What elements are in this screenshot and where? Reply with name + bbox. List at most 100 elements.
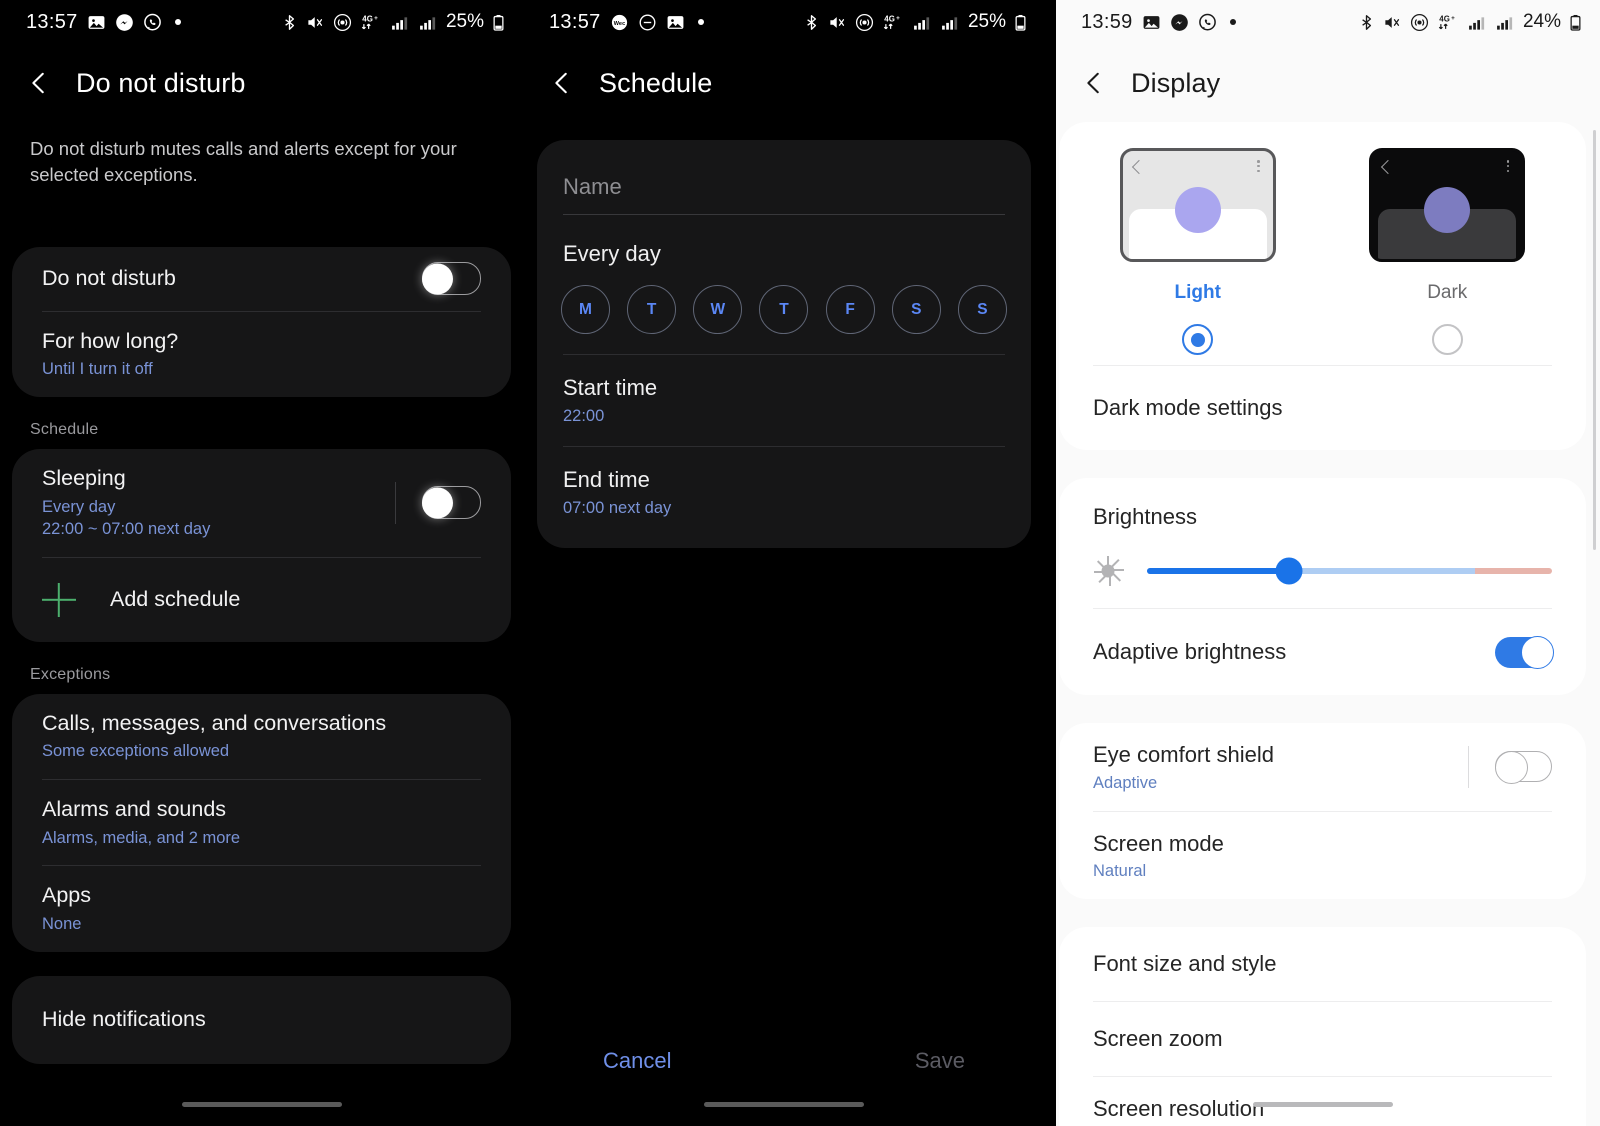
battery-icon [1569, 13, 1582, 32]
slider-fill [1147, 568, 1289, 574]
row-start-time[interactable]: Start time 22:00 [537, 355, 1031, 446]
gallery-icon [87, 13, 106, 32]
day-chip-friday[interactable]: F [825, 285, 875, 334]
row-alarms-and-sounds[interactable]: Alarms and sounds Alarms, media, and 2 m… [12, 780, 511, 865]
light-theme-preview [1119, 148, 1276, 262]
row-title: Alarms and sounds [42, 796, 227, 821]
dark-theme-radio[interactable] [1431, 324, 1463, 355]
schedule-name-field[interactable]: Name [563, 140, 1005, 215]
sleeping-schedule-toggle[interactable] [422, 486, 481, 520]
row-subtitle: Natural [1093, 862, 1147, 880]
row-value: 07:00 next day [563, 499, 672, 517]
gallery-icon [666, 13, 685, 32]
slider-thumb[interactable] [1275, 557, 1303, 585]
svg-text:4G: 4G [884, 14, 895, 23]
day-letter: W [710, 300, 726, 318]
brightness-slider[interactable] [1147, 557, 1552, 585]
signal-icon [1467, 13, 1487, 32]
app-bar: Display [1045, 44, 1600, 122]
day-chip-sunday[interactable]: S [957, 285, 1007, 334]
section-label-exceptions: Exceptions [30, 665, 111, 683]
schedule-name-placeholder: Name [563, 174, 622, 199]
save-button[interactable]: Save [915, 1048, 965, 1074]
brightness-slider-row [1093, 556, 1552, 586]
gallery-icon [1142, 13, 1161, 32]
row-for-how-long[interactable]: For how long? Until I turn it off [12, 312, 511, 397]
mute-vibrate-icon [828, 13, 847, 32]
4g-plus-icon: 4G + [882, 13, 904, 32]
row-calls-messages-conversations[interactable]: Calls, messages, and conversations Some … [12, 694, 511, 779]
messenger-icon [115, 13, 134, 32]
brightness-card: Brightness Adaptive brightness [1059, 478, 1586, 695]
day-letter: T [646, 300, 657, 318]
svg-text:+: + [374, 15, 378, 22]
svg-text:4G: 4G [1439, 14, 1450, 23]
day-chip-saturday[interactable]: S [891, 285, 941, 334]
light-theme-radio[interactable] [1182, 324, 1214, 355]
row-add-schedule[interactable]: Add schedule [12, 558, 511, 642]
phone-panel-display: 13:59 4G + 24% Display Light Dark Dark m… [1045, 0, 1600, 1126]
toggle-knob [1495, 751, 1528, 785]
more-options-icon [1506, 160, 1510, 173]
section-label-schedule: Schedule [30, 420, 99, 438]
bluetooth-icon [281, 13, 298, 32]
row-title: Eye comfort shield [1093, 742, 1274, 767]
eye-comfort-shield-toggle[interactable] [1495, 751, 1552, 785]
viber-icon [143, 13, 162, 32]
dnd-icon [638, 13, 657, 32]
brightness-icon [1093, 556, 1124, 586]
row-title: Start time [563, 375, 658, 400]
notification-dot-icon [174, 19, 181, 25]
schedule-editor-card: Name Every day M T W T F S S Start time … [537, 140, 1031, 548]
row-font-size-and-style[interactable]: Font size and style [1059, 927, 1586, 1001]
toggle-knob [422, 487, 453, 519]
row-adaptive-brightness[interactable]: Adaptive brightness [1059, 609, 1586, 695]
preview-circle [1424, 187, 1471, 233]
row-title: Font size and style [1093, 951, 1277, 977]
vertical-scrollbar[interactable] [1593, 130, 1596, 550]
phone-panel-schedule: 13:57 Wec 4G + 25% Schedule Name Every d… [523, 0, 1045, 1126]
back-icon[interactable] [26, 70, 52, 96]
dnd-main-card: Do not disturb For how long? Until I tur… [12, 246, 511, 397]
day-chip-tuesday[interactable]: T [627, 285, 677, 334]
gesture-handle[interactable] [1252, 1101, 1393, 1107]
battery-icon [492, 13, 505, 32]
back-icon[interactable] [1081, 70, 1107, 96]
row-screen-mode[interactable]: Screen mode Natural [1059, 812, 1586, 900]
dark-theme-preview [1369, 148, 1526, 262]
row-subtitle: Some exceptions allowed [42, 742, 230, 761]
row-end-time[interactable]: End time 07:00 next day [537, 447, 1031, 538]
back-icon[interactable] [549, 70, 575, 96]
status-bar-left: 13:57 [26, 11, 181, 34]
day-chip-monday[interactable]: M [561, 285, 610, 334]
row-hide-notifications[interactable]: Hide notifications [12, 976, 511, 1064]
adaptive-brightness-toggle[interactable] [1495, 635, 1554, 669]
repeat-label: Every day [563, 241, 661, 266]
theme-card: Light Dark Dark mode settings [1059, 122, 1586, 450]
do-not-disturb-toggle[interactable] [422, 262, 481, 296]
row-sleeping-schedule[interactable]: Sleeping Every day 22:00 ~ 07:00 next da… [12, 449, 511, 557]
notification-dot-icon [1229, 19, 1236, 25]
plus-icon [42, 583, 76, 617]
card-gap [1045, 709, 1600, 723]
theme-option-dark[interactable]: Dark [1323, 148, 1573, 355]
row-apps[interactable]: Apps None [12, 866, 511, 951]
row-screen-zoom[interactable]: Screen zoom [1059, 1002, 1586, 1076]
row-dark-mode-settings[interactable]: Dark mode settings [1059, 366, 1586, 450]
toggle-separator [395, 481, 396, 524]
day-chip-thursday[interactable]: T [759, 285, 809, 334]
gesture-handle[interactable] [704, 1101, 864, 1107]
cancel-button[interactable]: Cancel [603, 1048, 671, 1074]
row-eye-comfort-shield[interactable]: Eye comfort shield Adaptive [1059, 723, 1586, 811]
theme-option-light[interactable]: Light [1073, 148, 1323, 355]
bluetooth-icon [803, 13, 820, 32]
navigation-bar [523, 1082, 1045, 1126]
day-letter: M [579, 300, 592, 318]
schedule-card: Sleeping Every day 22:00 ~ 07:00 next da… [12, 448, 511, 642]
status-bar-clock: 13:57 [549, 10, 601, 33]
phone-panel-do-not-disturb: 13:57 4G + 25% Do not disturb Do not dis… [0, 0, 523, 1126]
day-chip-wednesday[interactable]: W [693, 285, 743, 334]
row-do-not-disturb[interactable]: Do not disturb [12, 247, 511, 311]
card-gap [1045, 464, 1600, 478]
gesture-handle[interactable] [181, 1101, 342, 1107]
